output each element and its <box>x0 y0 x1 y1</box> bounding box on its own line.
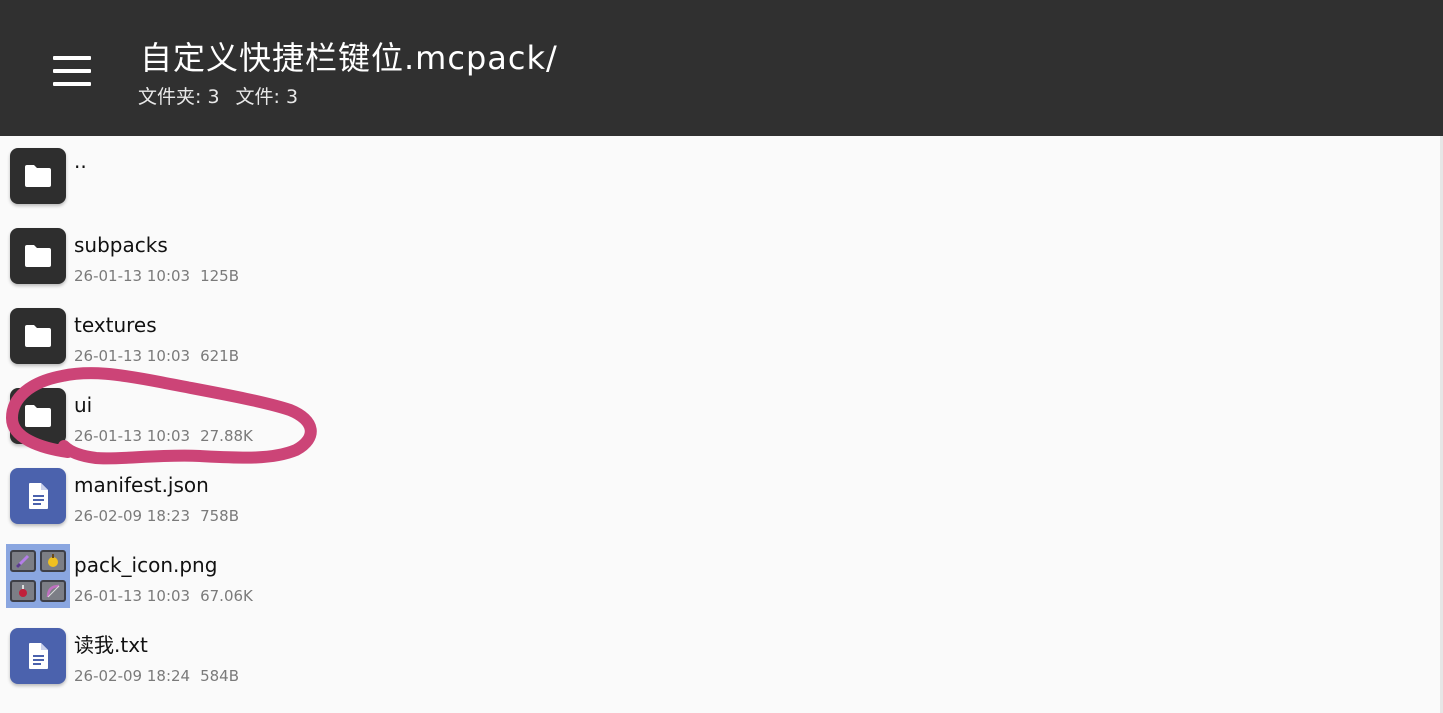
file-size: 67.06K <box>200 587 253 605</box>
file-date: 26-01-13 10:03 <box>74 267 191 285</box>
file-size: 584B <box>200 667 240 685</box>
file-date: 26-02-09 18:23 <box>74 507 191 525</box>
list-item-parent-directory[interactable]: .. <box>0 136 1440 216</box>
file-manager-app: 自定义快捷栏键位.mcpack/ 文件夹: 3 文件: 3 .. subpacks… <box>0 0 1443 713</box>
list-item-ui[interactable]: ui 26-01-13 10:03 27.88K <box>0 376 1440 456</box>
menu-icon-bar <box>53 69 91 73</box>
folder-count: 文件夹: 3 <box>138 86 220 108</box>
folder-icon <box>10 228 66 284</box>
file-name: textures <box>74 313 157 337</box>
folder-file-counts: 文件夹: 3 文件: 3 <box>138 84 298 110</box>
file-date: 26-01-13 10:03 <box>74 347 191 365</box>
list-item-textures[interactable]: textures 26-01-13 10:03 621B <box>0 296 1440 376</box>
file-size: 621B <box>200 347 240 365</box>
apple-icon <box>40 550 66 572</box>
sword-icon <box>10 550 36 572</box>
folder-icon <box>10 388 66 444</box>
file-meta: 26-01-13 10:03 27.88K <box>74 426 253 446</box>
list-item-readme-txt[interactable]: 读我.txt 26-02-09 18:24 584B <box>0 616 1440 696</box>
menu-icon <box>53 56 91 60</box>
document-icon <box>10 468 66 524</box>
file-name: subpacks <box>74 233 168 257</box>
file-meta: 26-01-13 10:03 621B <box>74 346 239 366</box>
file-date: 26-01-13 10:03 <box>74 427 191 445</box>
image-thumbnail <box>6 544 70 608</box>
file-meta: 26-02-09 18:23 758B <box>74 506 239 526</box>
file-count: 文件: 3 <box>235 86 299 108</box>
file-meta: 26-01-13 10:03 125B <box>74 266 239 286</box>
file-size: 125B <box>200 267 240 285</box>
file-date: 26-02-09 18:24 <box>74 667 191 685</box>
file-name: ui <box>74 393 93 417</box>
file-meta: 26-02-09 18:24 584B <box>74 666 239 686</box>
file-size: 758B <box>200 507 240 525</box>
page-title: 自定义快捷栏键位.mcpack/ <box>140 39 558 77</box>
folder-icon <box>10 148 66 204</box>
list-item-subpacks[interactable]: subpacks 26-01-13 10:03 125B <box>0 216 1440 296</box>
document-icon <box>10 628 66 684</box>
list-item-pack-icon-png[interactable]: pack_icon.png 26-01-13 10:03 67.06K <box>0 536 1440 616</box>
file-meta: 26-01-13 10:03 67.06K <box>74 586 253 606</box>
menu-icon-bar <box>53 82 91 86</box>
file-name: .. <box>74 149 87 173</box>
menu-button[interactable] <box>40 45 104 97</box>
file-name: pack_icon.png <box>74 553 218 577</box>
app-bar: 自定义快捷栏键位.mcpack/ 文件夹: 3 文件: 3 <box>0 0 1443 136</box>
potion-icon <box>10 580 36 602</box>
file-size: 27.88K <box>200 427 253 445</box>
file-name: manifest.json <box>74 473 209 497</box>
bow-icon <box>40 580 66 602</box>
file-name: 读我.txt <box>74 633 148 657</box>
list-item-manifest-json[interactable]: manifest.json 26-02-09 18:23 758B <box>0 456 1440 536</box>
folder-icon <box>10 308 66 364</box>
file-date: 26-01-13 10:03 <box>74 587 191 605</box>
